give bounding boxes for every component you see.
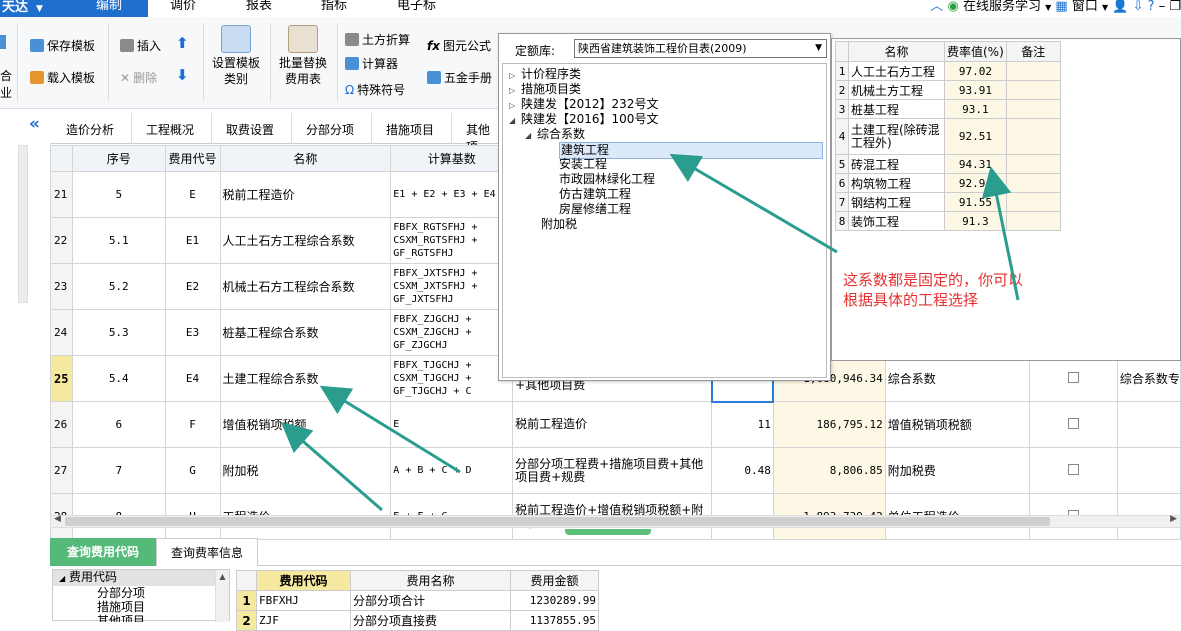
arrow-to-vat-row: [280, 422, 383, 512]
annotation-arrows: [280, 153, 1020, 512]
arrow-to-tree-item: [669, 153, 838, 254]
arrow-to-civil-coefficient: [319, 385, 461, 474]
arrow-to-rate-value: [981, 166, 1020, 301]
